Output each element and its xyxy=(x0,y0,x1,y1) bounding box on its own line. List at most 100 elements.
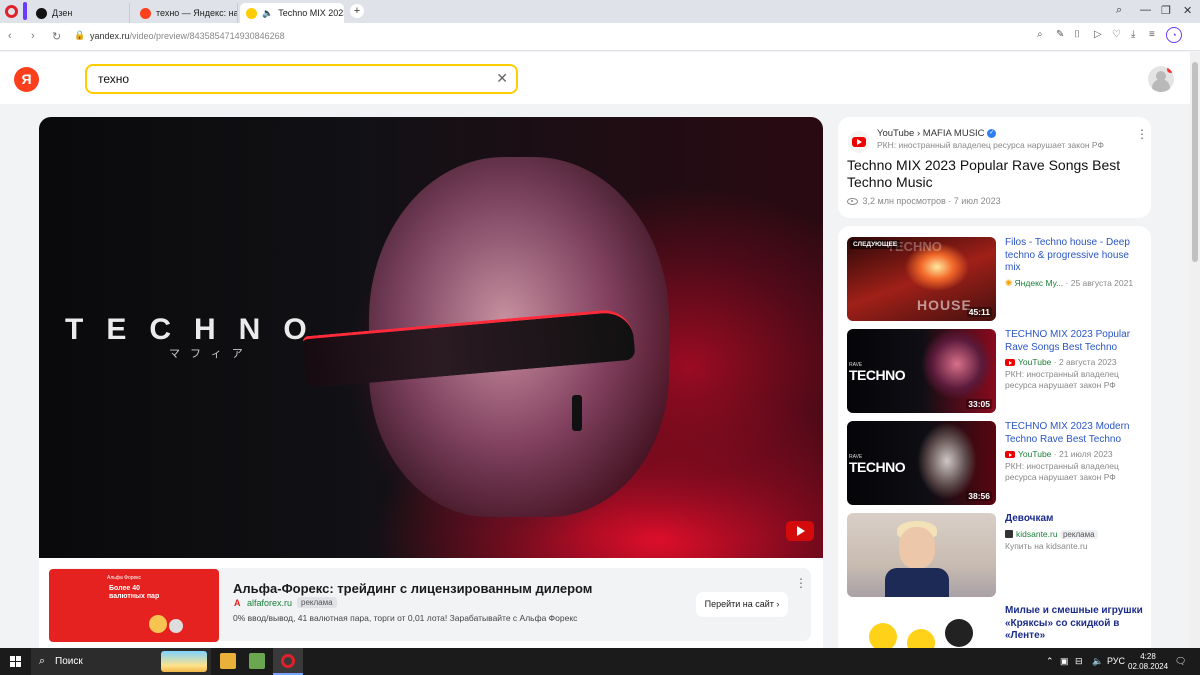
search-query[interactable]: техно xyxy=(98,72,129,86)
video-thumbnail[interactable]: RAVE TECHNO 33:05 xyxy=(847,329,996,413)
ad-source: kidsante.ru реклама xyxy=(1005,529,1145,539)
related-ad-item[interactable]: Милые и смешные игрушки «Кряксы» со скид… xyxy=(847,605,1147,648)
windows-start-icon[interactable] xyxy=(10,656,21,667)
camera-icon[interactable]: ⌷ xyxy=(1074,29,1080,40)
tab-video-active[interactable]: 🔈 Techno MIX 2023 Popular xyxy=(240,3,344,23)
speaker-icon[interactable]: 🔈 xyxy=(262,8,273,19)
related-video-item[interactable]: TECHNO HOUSE СЛЕДУЮЩЕЕ 45:11 Filos - Tec… xyxy=(847,237,1147,321)
ad-more-icon[interactable]: ⋮ xyxy=(795,576,807,590)
clock-time: 4:28 xyxy=(1140,652,1156,661)
edit-icon[interactable]: ✎ xyxy=(1056,29,1064,40)
duck-toy-icon xyxy=(945,619,973,647)
ad-image[interactable]: Альфа Форекс Более 40 валютных пар xyxy=(49,569,219,642)
reload-icon[interactable]: ↻ xyxy=(52,30,61,43)
tab-search-icon[interactable]: ⌕ xyxy=(1116,4,1122,17)
address-bar: ‹ › ↻ 🔒 yandex.ru/video/preview/84358547… xyxy=(0,23,1200,51)
ad-domain[interactable]: alfaforex.ru xyxy=(247,598,292,608)
yandex-logo[interactable]: Я xyxy=(14,67,39,92)
tab-yandex-search[interactable]: техно — Яндекс: нашлось xyxy=(134,3,238,23)
related-ad-item[interactable]: Девочкам kidsante.ru реклама Купить на k… xyxy=(847,513,1147,597)
file-explorer-icon[interactable] xyxy=(220,653,236,669)
restore-icon[interactable]: ❐ xyxy=(1161,4,1171,17)
tray-app-icon[interactable]: ▣ xyxy=(1060,656,1069,667)
search-input[interactable]: техно ✕ xyxy=(85,64,518,94)
volume-icon[interactable]: 🔈 xyxy=(1092,656,1103,667)
windows-taskbar: ⌕ Поиск ⌃ ▣ ⊟ 🔈 РУС 4:28 02.08.2024 🗨 xyxy=(0,648,1200,675)
duck-toy-icon xyxy=(907,629,935,648)
ad-domain[interactable]: kidsante.ru xyxy=(1016,529,1058,539)
menu-icon[interactable]: ≡ xyxy=(1149,29,1155,40)
sidebar-accent xyxy=(23,2,27,20)
channel-name[interactable]: Яндекс Му... xyxy=(1015,278,1064,288)
tab-dzen[interactable]: Дзен xyxy=(30,3,130,23)
yandex-video-favicon-icon xyxy=(246,7,257,19)
video-duration: 33:05 xyxy=(966,399,992,409)
ad-subtitle: Купить на kidsante.ru xyxy=(1005,540,1088,551)
kidsante-favicon-icon xyxy=(1005,530,1013,539)
user-avatar[interactable] xyxy=(1148,66,1174,92)
thumbnail-text: TECHNO xyxy=(849,459,906,475)
ad-title[interactable]: Девочкам xyxy=(1005,513,1145,526)
play-icon[interactable]: ▷ xyxy=(1094,29,1102,40)
video-date: 25 августа 2021 xyxy=(1070,277,1134,288)
ad-go-to-site-button[interactable]: Перейти на сайт › xyxy=(696,592,788,617)
close-window-icon[interactable]: ✕ xyxy=(1183,4,1192,17)
opera-taskbar-button[interactable] xyxy=(273,648,303,675)
next-badge: СЛЕДУЮЩЕЕ xyxy=(850,240,901,249)
download-icon[interactable]: ⤓ xyxy=(1131,29,1135,40)
video-player[interactable]: TECHNO マフィア xyxy=(39,117,823,558)
related-video-source: ✺ Яндекс Му... · 25 августа 2021 xyxy=(1005,277,1134,288)
video-date: 21 июля 2023 xyxy=(1058,449,1113,459)
tray-expand-icon[interactable]: ⌃ xyxy=(1046,656,1054,667)
lock-icon[interactable]: 🔒 xyxy=(74,30,85,41)
related-videos-list: TECHNO HOUSE СЛЕДУЮЩЕЕ 45:11 Filos - Tec… xyxy=(838,226,1151,648)
page-scrollbar[interactable] xyxy=(1190,52,1200,648)
video-source[interactable]: YouTube › MAFIA MUSIC ✓ xyxy=(877,128,997,139)
thumbnail-text: TECHNO xyxy=(849,367,906,383)
profile-icon[interactable]: ◔ xyxy=(1166,27,1182,43)
network-icon[interactable]: ⊟ xyxy=(1075,656,1083,667)
thumbnail-figure xyxy=(899,527,935,569)
video-thumbnail[interactable]: TECHNO HOUSE СЛЕДУЮЩЕЕ 45:11 xyxy=(847,237,996,321)
duck-toy-icon xyxy=(869,623,897,648)
taskbar-clock[interactable]: 4:28 02.08.2024 xyxy=(1128,652,1168,672)
minimize-icon[interactable]: — xyxy=(1140,4,1151,16)
video-overlay-title: TECHNO xyxy=(65,313,330,346)
ad-thumbnail[interactable] xyxy=(847,513,996,597)
related-video-title[interactable]: Filos - Techno house - Deep techno & pro… xyxy=(1005,237,1145,275)
related-video-item[interactable]: RAVE TECHNO 33:05 TECHNO MIX 2023 Popula… xyxy=(847,329,1147,413)
related-video-title[interactable]: TECHNO MIX 2023 Modern Techno Rave Best … xyxy=(1005,421,1145,446)
ad-title[interactable]: Альфа-Форекс: трейдинг с лицензированным… xyxy=(233,581,592,596)
channel-name[interactable]: YouTube xyxy=(1018,449,1051,459)
input-language[interactable]: РУС xyxy=(1107,656,1125,666)
related-video-title[interactable]: TECHNO MIX 2023 Popular Rave Songs Best … xyxy=(1005,329,1145,354)
video-thumbnail[interactable]: RAVE TECHNO 38:56 xyxy=(847,421,996,505)
clear-search-icon[interactable]: ✕ xyxy=(496,70,508,87)
ad-thumbnail[interactable] xyxy=(847,605,996,648)
related-video-item[interactable]: RAVE TECHNO 38:56 TECHNO MIX 2023 Modern… xyxy=(847,421,1147,505)
forward-icon[interactable]: › xyxy=(31,30,35,42)
video-duration: 45:11 xyxy=(966,307,992,317)
opera-icon xyxy=(281,654,295,668)
url-field[interactable]: yandex.ru/video/preview/8435854714930846… xyxy=(90,31,285,41)
more-options-icon[interactable]: ⋮ xyxy=(1136,127,1148,141)
ad-cta-label: Перейти на сайт xyxy=(704,599,774,609)
channel-name[interactable]: YouTube xyxy=(1018,357,1051,367)
opera-logo-icon[interactable] xyxy=(5,5,18,18)
video-duration: 38:56 xyxy=(966,491,992,501)
dzen-favicon-icon xyxy=(36,7,47,19)
search-highlight-image xyxy=(161,651,207,672)
youtube-watermark-icon[interactable] xyxy=(786,521,814,541)
new-tab-button[interactable]: + xyxy=(350,4,364,18)
notifications-icon[interactable]: 🗨 xyxy=(1175,656,1186,667)
ad-image-brand: Альфа Форекс xyxy=(107,575,142,581)
minecraft-icon[interactable] xyxy=(249,653,265,669)
heart-icon[interactable]: ♡ xyxy=(1112,29,1121,40)
scrollbar-thumb[interactable] xyxy=(1192,62,1198,262)
search-icon: ⌕ xyxy=(39,655,46,667)
ad-title[interactable]: Милые и смешные игрушки «Кряксы» со скид… xyxy=(1005,605,1145,643)
page-search-icon[interactable]: ⌕ xyxy=(1037,29,1043,40)
taskbar-search[interactable]: ⌕ Поиск xyxy=(31,648,211,675)
back-icon[interactable]: ‹ xyxy=(8,30,12,42)
youtube-channel-icon[interactable] xyxy=(848,131,870,153)
